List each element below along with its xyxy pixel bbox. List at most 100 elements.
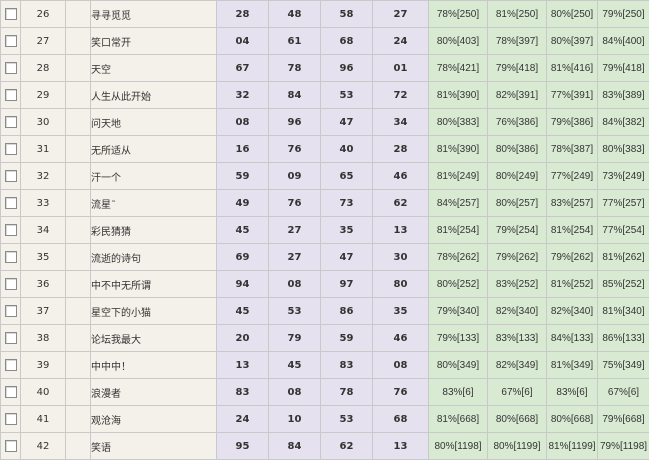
row-number: 31 [20,135,66,163]
row-checkbox[interactable] [4,35,17,47]
row-select-cell [0,351,21,379]
row-number: 40 [20,378,66,406]
spacer-cell [65,432,91,460]
pick-number: 53 [268,297,321,325]
user-name: 问天地 [90,108,217,136]
hit-rate: 79%[133] [428,324,488,352]
user-name: 浪漫者 [90,378,217,406]
row-number: 33 [20,189,66,217]
row-checkbox[interactable] [4,251,17,263]
hit-rate: 79%[262] [546,243,598,271]
row-checkbox[interactable] [4,197,17,209]
row-checkbox[interactable] [4,413,17,425]
pick-number: 45 [216,216,269,244]
row-select-cell [0,378,21,406]
hit-rate: 84%[382] [597,108,649,136]
user-name: 天空 [90,54,217,82]
hit-rate: 79%[1198] [597,432,649,460]
pick-number: 13 [372,432,429,460]
row-number: 30 [20,108,66,136]
pick-number: 45 [268,351,321,379]
hit-rate: 80%[349] [428,351,488,379]
pick-number: 95 [216,432,269,460]
row-checkbox[interactable] [4,143,17,155]
hit-rate: 78%[250] [428,0,488,28]
row-number: 28 [20,54,66,82]
hit-rate: 77%[391] [546,81,598,109]
hit-rate: 79%[254] [487,216,547,244]
row-select-cell [0,162,21,190]
hit-rate: 81%[262] [597,243,649,271]
hit-rate: 83%[133] [487,324,547,352]
hit-rate: 81%[249] [428,162,488,190]
row-checkbox[interactable] [4,89,17,101]
hit-rate: 86%[133] [597,324,649,352]
table-row: 38 论坛我最大 20 79 59 46 79%[133] 83%[133] 84%[133] 8… [0,324,649,352]
hit-rate: 81%[250] [487,0,547,28]
prediction-table: 26 寻寻觅觅 28 48 58 27 78%[250] 81%[250] 80%[250] 79… [0,0,649,460]
hit-rate: 81%[416] [546,54,598,82]
hit-rate: 83%[389] [597,81,649,109]
user-name: 无所适从 [90,135,217,163]
pick-number: 69 [216,243,269,271]
pick-number: 83 [320,351,373,379]
pick-number: 08 [268,270,321,298]
user-name: 流星˜ [90,189,217,217]
hit-rate: 82%[340] [546,297,598,325]
row-checkbox[interactable] [4,359,17,371]
hit-rate: 83%[257] [546,189,598,217]
pick-number: 78 [320,378,373,406]
row-checkbox[interactable] [4,278,17,290]
hit-rate: 82%[391] [487,81,547,109]
hit-rate: 79%[340] [428,297,488,325]
table-row: 37 星空下的小猫 45 53 86 35 79%[340] 82%[340] 82%[340]… [0,297,649,325]
spacer-cell [65,162,91,190]
row-select-cell [0,243,21,271]
pick-number: 76 [268,135,321,163]
pick-number: 68 [372,405,429,433]
pick-number: 27 [268,216,321,244]
table-row: 39 中中中！ 13 45 83 08 80%[349] 82%[349] 81%[349] 75… [0,351,649,379]
spacer-cell [65,270,91,298]
row-checkbox[interactable] [4,305,17,317]
pick-number: 59 [216,162,269,190]
pick-number: 62 [372,189,429,217]
spacer-cell [65,351,91,379]
row-select-cell [0,108,21,136]
hit-rate: 84%[400] [597,27,649,55]
pick-number: 84 [268,81,321,109]
row-checkbox[interactable] [4,8,17,20]
pick-number: 72 [372,81,429,109]
hit-rate: 79%[386] [546,108,598,136]
pick-number: 08 [268,378,321,406]
table-row: 35 流逝的诗句 69 27 47 30 78%[262] 79%[262] 79%[262] 8… [0,243,649,271]
table-row: 29 人生从此开始 32 84 53 72 81%[390] 82%[391] 77%[391]… [0,81,649,109]
row-checkbox[interactable] [4,62,17,74]
hit-rate: 81%[1199] [546,432,598,460]
hit-rate: 81%[254] [428,216,488,244]
hit-rate: 81%[349] [546,351,598,379]
pick-number: 84 [268,432,321,460]
row-number: 38 [20,324,66,352]
pick-number: 46 [372,324,429,352]
hit-rate: 81%[390] [428,81,488,109]
row-checkbox[interactable] [4,170,17,182]
user-name: 寻寻觅觅 [90,0,217,28]
row-checkbox[interactable] [4,386,17,398]
table-row: 33 流星˜ 49 76 73 62 84%[257] 80%[257] 83%[257] 77%… [0,189,649,217]
row-select-cell [0,324,21,352]
row-number: 35 [20,243,66,271]
row-checkbox[interactable] [4,116,17,128]
row-select-cell [0,27,21,55]
pick-number: 83 [216,378,269,406]
table-row: 27 笑口常开 04 61 68 24 80%[403] 78%[397] 80%[397] 84… [0,27,649,55]
hit-rate: 76%[386] [487,108,547,136]
spacer-cell [65,0,91,28]
row-checkbox[interactable] [4,224,17,236]
row-select-cell [0,270,21,298]
pick-number: 80 [372,270,429,298]
row-checkbox[interactable] [4,440,17,452]
pick-number: 97 [320,270,373,298]
pick-number: 62 [320,432,373,460]
row-checkbox[interactable] [4,332,17,344]
